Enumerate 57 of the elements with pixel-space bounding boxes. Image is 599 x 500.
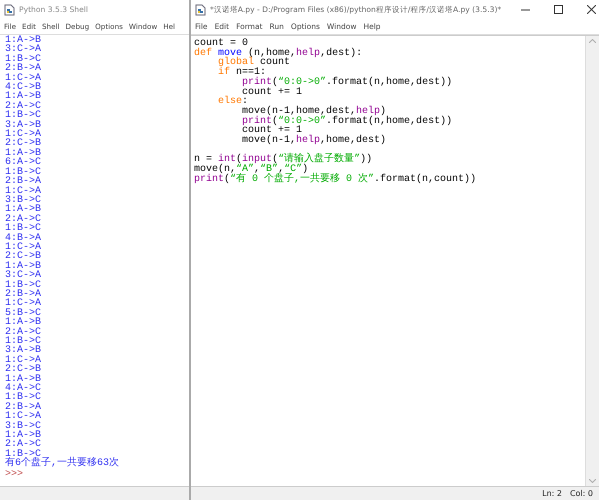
output-line: 1:C->A <box>5 186 42 196</box>
output-line: 1:A->B <box>5 205 42 215</box>
status-text: Col: 0 <box>570 489 593 498</box>
output-line: 3:C->A <box>5 271 42 281</box>
output-line: 1:C->A <box>5 242 42 252</box>
output-line: 1:B->C <box>5 337 42 346</box>
output-line: 2:B->A <box>5 177 42 186</box>
output-line: 1:C->A <box>5 299 42 309</box>
output-line: 1:A->B <box>5 374 42 384</box>
output-line: 2:A->C <box>5 328 42 337</box>
output-line: 3:C->A <box>5 45 42 55</box>
output-line: 2:B->A <box>5 402 42 412</box>
output-line: 1:A->B <box>5 36 42 46</box>
output-line: 1:C->A <box>5 130 42 140</box>
output-line: 4:B->A <box>5 234 42 243</box>
output-line: 2:A->C <box>5 102 42 112</box>
output-line: 2:A->C <box>5 214 42 224</box>
code-line: move(n-1,home,dest,help) <box>241 106 386 117</box>
output-line: 1:A->B <box>5 431 42 440</box>
output-line: 3:B->C <box>5 422 42 432</box>
output-line: 1:A->B <box>5 92 42 102</box>
output-line: 5:B->C <box>5 308 42 318</box>
code-line: print(“0:0->0”.format(n,home,dest)) <box>241 78 452 88</box>
output-line: 2:C->B <box>5 252 42 262</box>
output-line: 1:B->C <box>5 111 42 121</box>
shell-prompt: >>> <box>5 468 24 480</box>
output-line: 2:B->A <box>5 290 42 300</box>
code-line: print(“0:0->0”.format(n,home,dest)) <box>241 116 452 126</box>
output-line: 1:C->A <box>5 412 42 422</box>
output-line: 2:A->C <box>5 440 42 450</box>
output-line: 1:B->C <box>5 168 42 178</box>
code-line: count += 1 <box>242 88 302 98</box>
status-text: Ln: 2 <box>542 489 562 498</box>
output-line: 有6个盘子,一共要移63次 <box>5 459 120 469</box>
output-line: 1:A->B <box>5 318 42 328</box>
output-line: 6:A->C <box>5 158 42 168</box>
output-line: 4:A->C <box>5 384 42 394</box>
code-line: move(n-1,help,home,dest) <box>241 136 386 146</box>
output-line: 3:A->B <box>5 120 42 130</box>
code-line: print(“有 0 个盘子,一共要移 0 次”.format(n,count)) <box>194 174 476 185</box>
output-line: 2:C->B <box>5 139 42 149</box>
code-line: else: <box>217 97 248 107</box>
output-line: 4:C->B <box>5 83 42 92</box>
code-line: if n==1: <box>217 68 266 78</box>
code-line: count = 0 <box>194 39 248 49</box>
output-line: 1:B->C <box>5 54 42 64</box>
output-line: 1:A->B <box>5 262 42 272</box>
output-line: 2:C->B <box>5 365 42 375</box>
output-line: 1:C->A <box>5 74 42 84</box>
output-line: 1:A->B <box>5 148 42 158</box>
output-line: 1:C->A <box>5 356 42 366</box>
output-line: 2:B->A <box>5 64 42 74</box>
output-line: 1:B->C <box>5 224 42 234</box>
output-line: 1:B->C <box>5 393 42 403</box>
output-line: 3:A->B <box>5 346 42 356</box>
output-line: 3:B->C <box>5 196 42 206</box>
output-line: 1:B->C <box>5 280 42 290</box>
